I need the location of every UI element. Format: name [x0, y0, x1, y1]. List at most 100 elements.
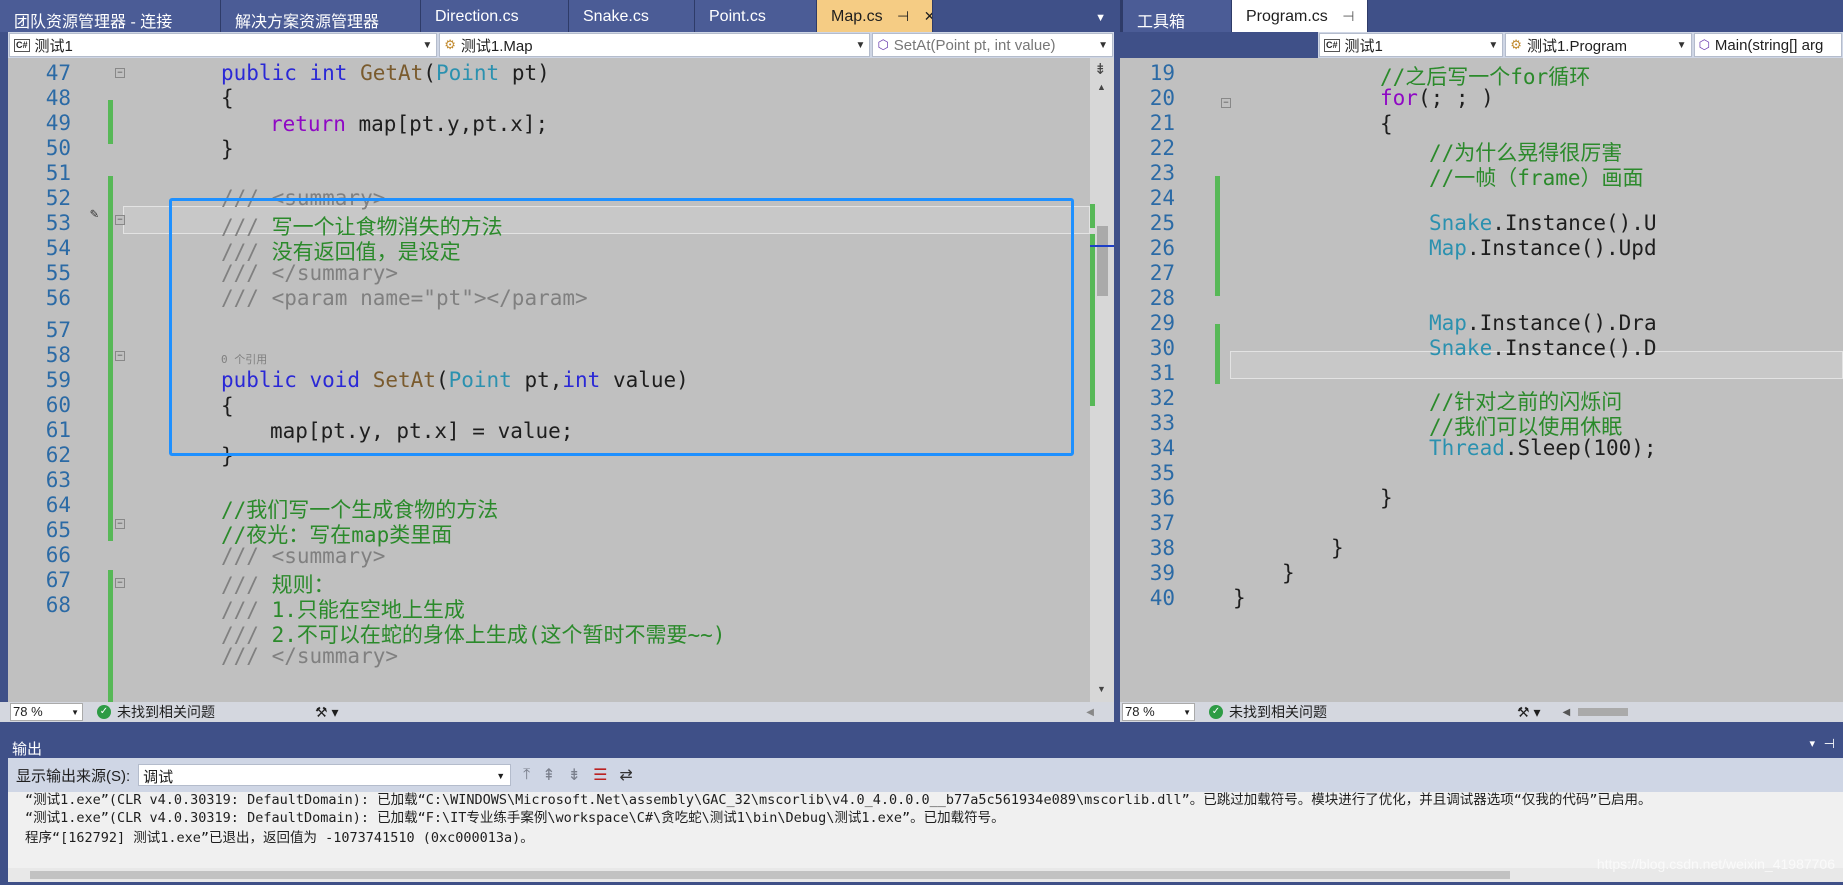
- collapse-icon[interactable]: −: [115, 578, 125, 588]
- code-line-34: Thread.Sleep(100);: [1429, 436, 1657, 460]
- tab-direction-cs[interactable]: Direction.cs: [421, 0, 569, 32]
- collapse-icon[interactable]: −: [115, 68, 125, 78]
- tab-solution-explorer[interactable]: 解决方案资源管理器: [221, 0, 421, 32]
- scroll-up-icon[interactable]: ▲: [1097, 82, 1106, 92]
- line-number: 63: [45, 468, 71, 492]
- chevron-down-icon: ▼: [1676, 40, 1687, 51]
- hscroll-left-icon[interactable]: ◀: [1562, 707, 1570, 718]
- line-number: 36: [1149, 486, 1175, 510]
- right-project-dropdown[interactable]: C# 测试1 ▼: [1319, 33, 1504, 57]
- code-line-68: /// </summary>: [221, 644, 399, 668]
- hscroll-thumb[interactable]: [30, 871, 1510, 879]
- left-vertical-scrollbar[interactable]: ⇟ ▲ ▼: [1090, 58, 1114, 702]
- tab-snake-cs[interactable]: Snake.cs: [569, 0, 695, 32]
- right-editor-status-bar: 78 % ▼ ✓ 未找到相关问题 ⚒ ▾ ◀: [1120, 702, 1843, 722]
- left-navigation-bar: C# 测试1 ▼ ⚙ 测试1.Map ▼ ⬡ SetAt(Point pt, i…: [8, 32, 1114, 58]
- chevron-down-icon: ▼: [496, 771, 506, 781]
- line-number: 64: [45, 493, 71, 517]
- hscroll-left-icon[interactable]: ◀: [1086, 707, 1094, 718]
- collapse-icon[interactable]: −: [115, 519, 125, 529]
- line-number: 32: [1149, 386, 1175, 410]
- line-number: 54: [45, 236, 71, 260]
- code-line-25: Snake.Instance().U: [1429, 211, 1657, 235]
- member-dropdown[interactable]: ⬡ SetAt(Point pt, int value) ▼: [872, 33, 1113, 57]
- line-number: 50: [45, 136, 71, 160]
- code-line-50: }: [221, 137, 234, 161]
- right-code-editor[interactable]: 19 20 21 22 23 24 25 26 27 28 29 30 31 32 33 34 35 36 37 38…: [1120, 58, 1843, 702]
- panel-menu-icon[interactable]: ▾: [1809, 737, 1815, 750]
- chevron-down-icon: ▼: [1183, 708, 1191, 717]
- chevron-down-icon: ▼: [422, 40, 433, 51]
- code-line-40: }: [1233, 586, 1246, 610]
- chevron-down-icon[interactable]: ▼: [1095, 12, 1106, 24]
- tab-map-cs[interactable]: Map.cs ⊣ ✕: [817, 0, 933, 32]
- code-line-36: }: [1380, 486, 1393, 510]
- collapse-icon[interactable]: −: [115, 215, 125, 225]
- right-navigation-bar-items: C# 测试1 ▼ ⚙ 测试1.Program ▼ ⬡ Main(string[]…: [1318, 32, 1843, 58]
- previous-message-icon[interactable]: ⇞: [542, 765, 555, 785]
- tab-toolbox[interactable]: 工具箱: [1123, 0, 1232, 32]
- change-indicator: [1215, 176, 1220, 296]
- scroll-thumb[interactable]: [1097, 226, 1108, 296]
- line-number: 51: [45, 161, 71, 185]
- issues-status[interactable]: 未找到相关问题: [117, 702, 215, 722]
- line-number: 20: [1149, 86, 1175, 110]
- right-zoom-dropdown[interactable]: 78 % ▼: [1122, 703, 1195, 721]
- code-line-26: Map.Instance().Upd: [1429, 236, 1657, 260]
- find-message-icon[interactable]: ⤒: [523, 766, 530, 784]
- line-number: 37: [1149, 511, 1175, 535]
- left-code-editor[interactable]: 47 48 49 50 51 52 53 54 55 56 57 58 59 60 61 62 63 64 65 66…: [8, 58, 1090, 702]
- class-icon: ⚙: [444, 37, 456, 52]
- split-icon[interactable]: ⇟: [1094, 60, 1107, 78]
- brush-icon[interactable]: ⚒ ▾: [315, 704, 338, 721]
- caret-marker: [1090, 245, 1114, 247]
- collapse-icon[interactable]: −: [115, 351, 125, 361]
- check-circle-icon: ✓: [97, 705, 111, 719]
- line-number: 27: [1149, 261, 1175, 285]
- class-dropdown[interactable]: ⚙ 测试1.Map ▼: [439, 33, 871, 57]
- panel-pin-icon[interactable]: ⊣: [1824, 736, 1835, 752]
- right-class-dropdown[interactable]: ⚙ 测试1.Program ▼: [1505, 33, 1692, 57]
- left-tab-strip: 团队资源管理器 - 连接 解决方案资源管理器 Direction.cs Snak…: [0, 0, 1116, 32]
- line-number: 66: [45, 543, 71, 567]
- output-line: 程序“[162792] 测试1.exe”已退出，返回值为 -1073741510…: [25, 830, 534, 846]
- output-horizontal-scrollbar[interactable]: [8, 868, 1843, 882]
- code-line-64: /// <summary>: [221, 544, 386, 568]
- next-message-icon[interactable]: ⇟: [568, 765, 581, 785]
- brush-icon[interactable]: ⚒ ▾: [1517, 704, 1540, 721]
- chevron-down-icon: ▼: [1098, 40, 1108, 51]
- change-indicator: [108, 100, 113, 144]
- tab-team-explorer[interactable]: 团队资源管理器 - 连接: [0, 0, 221, 32]
- right-issues-status[interactable]: 未找到相关问题: [1229, 702, 1327, 722]
- word-wrap-icon[interactable]: ⇄: [619, 765, 632, 785]
- output-toolbar: 显示输出来源(S): 调试 ▼ ⤒ ⇞ ⇟ ☰ ⇄: [8, 758, 1843, 792]
- output-source-dropdown[interactable]: 调试 ▼: [138, 764, 512, 786]
- line-number: 38: [1149, 536, 1175, 560]
- tab-list-dropdown[interactable]: ▼: [933, 0, 1116, 32]
- line-number: 22: [1149, 136, 1175, 160]
- zoom-dropdown[interactable]: 78 % ▼: [10, 703, 83, 721]
- line-number: 31: [1149, 361, 1175, 385]
- right-hscroll-thumb[interactable]: [1578, 708, 1629, 716]
- pin-icon[interactable]: ⊣: [1342, 8, 1354, 25]
- check-circle-icon: ✓: [1209, 705, 1223, 719]
- method-icon: ⬡: [877, 37, 889, 52]
- project-dropdown[interactable]: C# 测试1 ▼: [9, 33, 438, 57]
- code-line-21: {: [1380, 112, 1393, 136]
- line-number: 28: [1149, 286, 1175, 310]
- output-text-area[interactable]: “测试1.exe”(CLR v4.0.30319: DefaultDomain)…: [8, 792, 1843, 868]
- output-title: 输出: [12, 741, 43, 758]
- close-icon[interactable]: ✕: [924, 8, 932, 25]
- collapse-icon[interactable]: −: [1221, 98, 1231, 108]
- tab-point-cs[interactable]: Point.cs: [695, 0, 817, 32]
- pin-icon[interactable]: ⊣: [897, 8, 909, 25]
- line-number: 25: [1149, 211, 1175, 235]
- line-number: 33: [1149, 411, 1175, 435]
- line-number: 55: [45, 261, 71, 285]
- watermark: https://blog.csdn.net/weixin_41987706: [1596, 856, 1835, 872]
- clear-all-icon[interactable]: ☰: [593, 765, 607, 785]
- scroll-down-icon[interactable]: ▼: [1097, 684, 1106, 694]
- line-number: 34: [1149, 436, 1175, 460]
- right-member-dropdown[interactable]: ⬡ Main(string[] arg: [1693, 33, 1842, 57]
- tab-program-cs[interactable]: Program.cs ⊣ ✕: [1232, 0, 1368, 32]
